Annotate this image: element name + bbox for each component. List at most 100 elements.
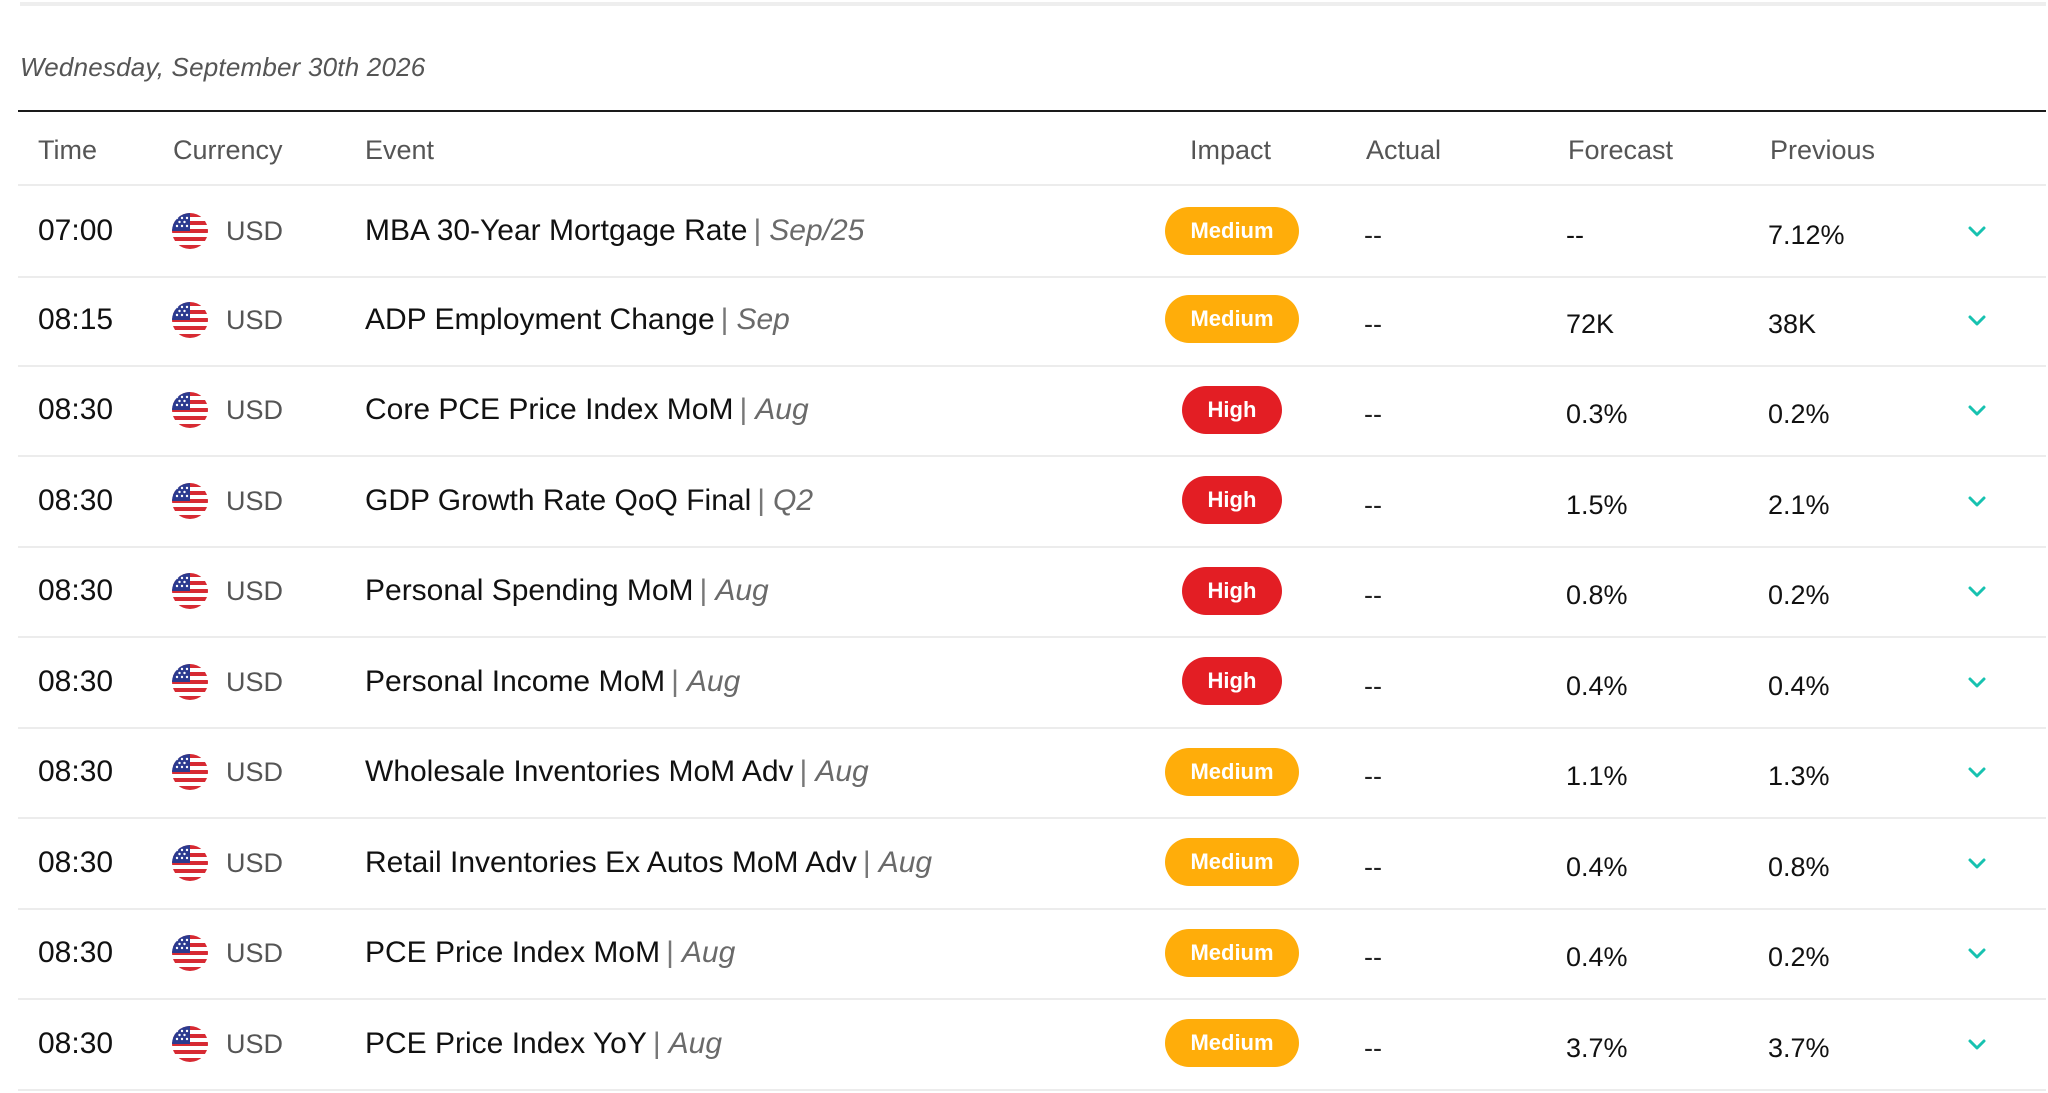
table-row[interactable]: 08:30 USD PCE Price Index MoM | Aug Medium -- 0…	[18, 908, 2046, 1000]
event-time: 08:30	[38, 393, 114, 426]
actual-value: --	[1364, 1032, 1382, 1063]
us-flag-icon	[172, 935, 208, 971]
previous-value: 3.7%	[1768, 1032, 1830, 1063]
table-row[interactable]: 07:00 USD MBA 30-Year Mortgage Rate | Sep/25…	[18, 184, 2046, 278]
table-row[interactable]: 08:30 USD Personal Income MoM | Aug High -- 0.4…	[18, 637, 2046, 729]
impact-cell: Medium	[1163, 999, 1301, 1089]
impact-cell: Medium	[1163, 186, 1301, 276]
currency-code: USD	[226, 1028, 284, 1059]
impact-cell: Medium	[1163, 275, 1301, 365]
actual-value: --	[1364, 942, 1382, 972]
event-title[interactable]: ADP Employment Change | Sep	[365, 275, 790, 365]
column-header-actual: Actual	[1366, 135, 1442, 165]
impact-cell: Medium	[1163, 727, 1301, 817]
table-row[interactable]: 08:30 USD Core PCE Price Index MoM | Aug High…	[18, 365, 2046, 457]
event-title[interactable]: Core PCE Price Index MoM | Aug	[365, 365, 809, 455]
previous-value: 1.3%	[1768, 761, 1830, 791]
actual-value: --	[1364, 670, 1382, 701]
chevron-down-icon[interactable]	[1964, 307, 1990, 333]
event-name: PCE Price Index MoM	[365, 936, 661, 969]
event-separator: |	[753, 214, 762, 247]
chevron-down-icon[interactable]	[1964, 1031, 1990, 1057]
event-title[interactable]: Personal Spending MoM | Aug	[365, 546, 769, 636]
impact-cell: Medium	[1163, 908, 1301, 998]
forecast-value: 3.7%	[1566, 1032, 1628, 1063]
forecast-value: 72K	[1566, 308, 1615, 339]
impact-badge: Medium	[1165, 1019, 1299, 1068]
event-separator: |	[739, 393, 748, 426]
table-row[interactable]: 08:30 USD Retail Inventories Ex Autos MoM …	[18, 818, 2046, 910]
event-period: Aug	[681, 936, 736, 969]
event-title[interactable]: GDP Growth Rate QoQ Final | Q2	[365, 456, 813, 546]
chevron-down-icon[interactable]	[1964, 218, 1990, 244]
us-flag-icon	[172, 301, 208, 338]
forecast-value: 1.5%	[1566, 489, 1628, 520]
previous-value: 2.1%	[1768, 489, 1830, 520]
event-time: 08:30	[38, 483, 114, 517]
impact-badge: High	[1182, 476, 1282, 525]
event-period: Q2	[773, 483, 814, 517]
chevron-down-icon[interactable]	[1964, 488, 1990, 514]
event-separator: |	[652, 1026, 661, 1060]
chevron-down-icon[interactable]	[1964, 397, 1990, 423]
forecast-value: --	[1566, 220, 1584, 250]
event-period: Aug	[715, 574, 769, 607]
event-period: Aug	[686, 664, 741, 698]
event-time: 08:30	[38, 664, 114, 698]
event-separator: |	[720, 302, 729, 336]
table-row[interactable]: 08:30 USD PCE Price Index YoY | Aug Medium -- 3…	[18, 999, 2046, 1091]
forecast-value: 0.4%	[1566, 851, 1628, 882]
table-row[interactable]: 08:30 USD GDP Growth Rate QoQ Final | Q2 High…	[18, 456, 2046, 548]
table-row[interactable]: 08:30 USD Personal Spending MoM | Aug High -- 0…	[18, 546, 2046, 638]
impact-badge: Medium	[1165, 928, 1299, 977]
event-title[interactable]: PCE Price Index MoM | Aug	[365, 908, 735, 998]
currency-code: USD	[226, 485, 284, 516]
us-flag-icon	[172, 392, 208, 428]
actual-value: --	[1364, 761, 1382, 791]
event-title[interactable]: MBA 30-Year Mortgage Rate | Sep/25	[365, 186, 864, 276]
table-row[interactable]: 08:30 USD Wholesale Inventories MoM Adv | Au…	[18, 727, 2046, 819]
chevron-down-icon[interactable]	[1964, 940, 1990, 966]
forecast-value: 0.8%	[1566, 580, 1628, 610]
date-heading-divider	[18, 110, 2046, 112]
currency-code: USD	[226, 216, 284, 246]
currency-code: USD	[226, 938, 284, 968]
event-period: Aug	[878, 845, 933, 879]
chevron-down-icon[interactable]	[1964, 850, 1990, 876]
chevron-down-icon[interactable]	[1964, 669, 1990, 695]
actual-value: --	[1364, 489, 1382, 520]
previous-value: 0.8%	[1768, 851, 1830, 882]
previous-value: 0.2%	[1768, 399, 1830, 429]
previous-value: 0.2%	[1768, 942, 1830, 972]
event-title[interactable]: Wholesale Inventories MoM Adv | Aug	[365, 727, 869, 817]
event-time: 08:30	[38, 936, 114, 969]
event-title[interactable]: Personal Income MoM | Aug	[365, 637, 740, 727]
impact-badge: High	[1182, 566, 1282, 615]
chevron-down-icon[interactable]	[1964, 578, 1990, 604]
event-period: Sep/25	[769, 214, 865, 247]
event-period: Sep	[736, 302, 790, 336]
column-header-forecast: Forecast	[1568, 135, 1674, 165]
event-time: 08:15	[38, 302, 114, 336]
event-name: Personal Income MoM	[365, 664, 666, 698]
impact-badge: Medium	[1165, 206, 1299, 255]
event-time: 07:00	[38, 214, 114, 247]
currency-code: USD	[226, 757, 284, 787]
actual-value: --	[1364, 580, 1382, 610]
previous-value: 0.4%	[1768, 670, 1830, 701]
event-title[interactable]: PCE Price Index YoY | Aug	[365, 999, 722, 1089]
date-heading: Wednesday, September 30th 2026	[20, 52, 426, 82]
actual-value: --	[1364, 220, 1382, 250]
event-time: 08:30	[38, 574, 114, 607]
actual-value: --	[1364, 308, 1382, 339]
chevron-down-icon[interactable]	[1964, 759, 1990, 785]
column-header-impact: Impact	[1190, 135, 1272, 165]
event-name: PCE Price Index YoY	[365, 1026, 647, 1060]
event-period: Aug	[668, 1026, 723, 1060]
previous-value: 7.12%	[1768, 220, 1845, 250]
table-row[interactable]: 08:15 USD ADP Employment Change | Sep Medium -…	[18, 275, 2046, 367]
impact-badge: Medium	[1165, 295, 1299, 344]
event-title[interactable]: Retail Inventories Ex Autos MoM Adv | Aug	[365, 818, 932, 908]
impact-cell: High	[1163, 546, 1301, 636]
us-flag-icon	[172, 663, 208, 700]
